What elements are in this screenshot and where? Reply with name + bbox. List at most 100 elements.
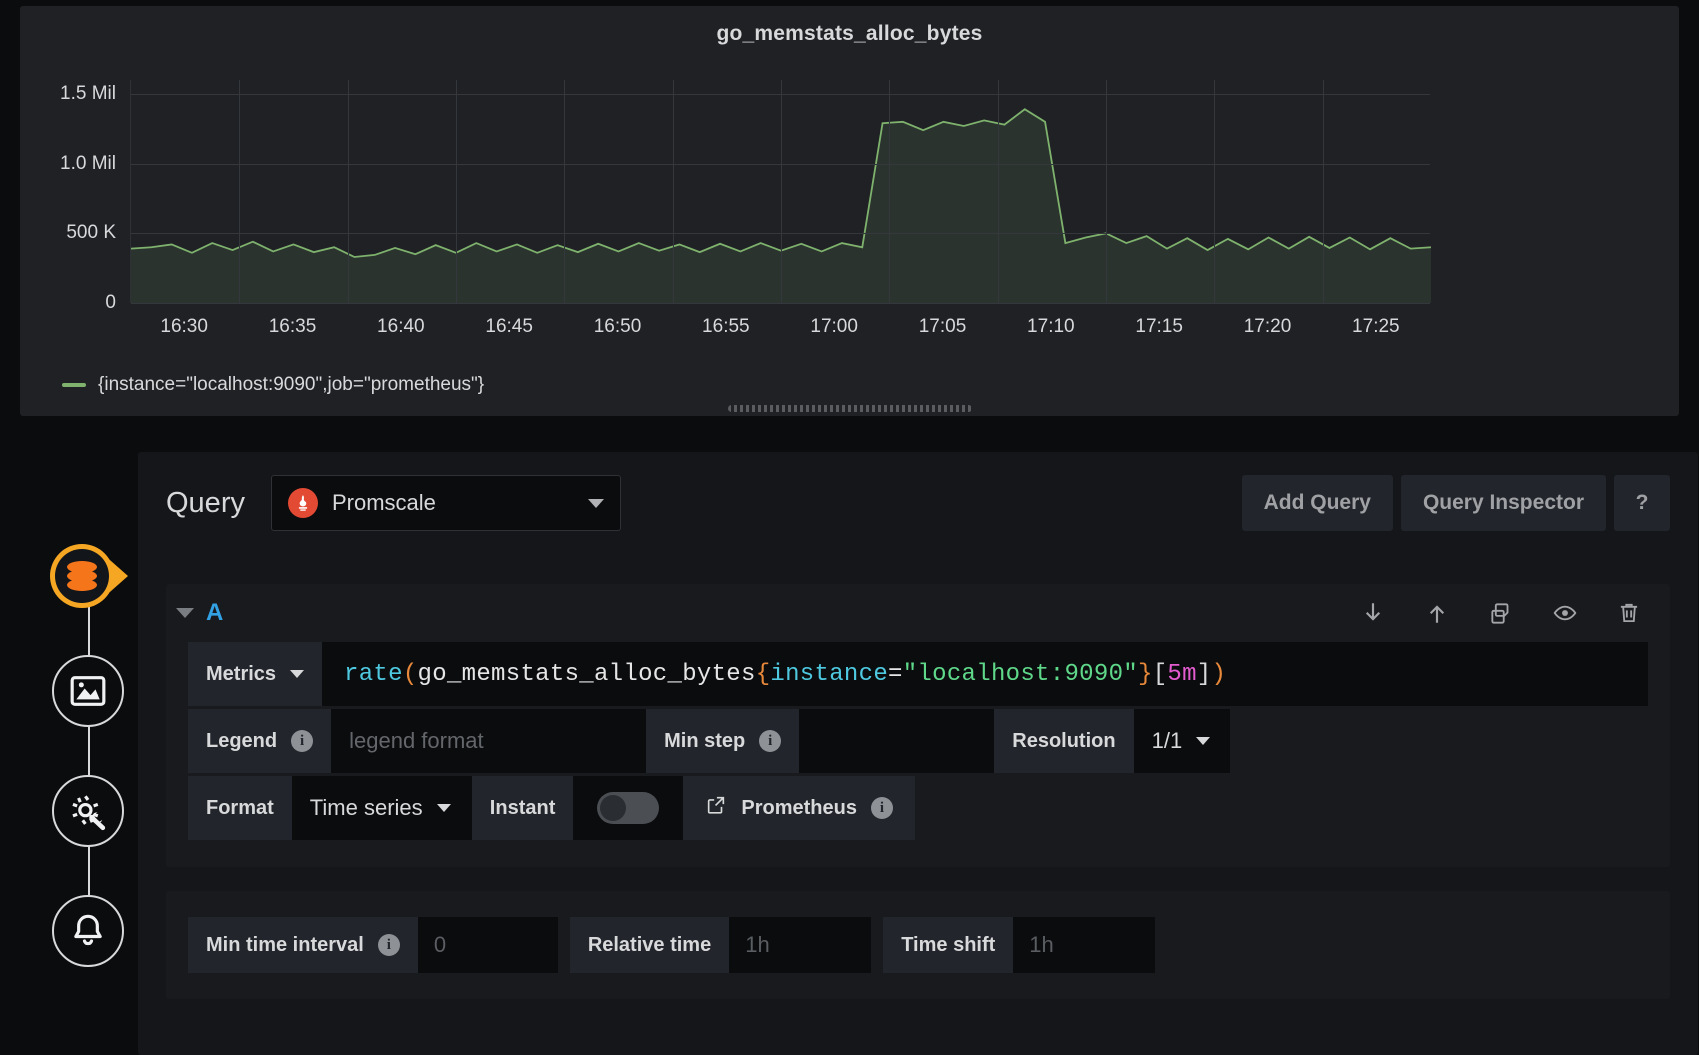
prometheus-link-label: Prometheus: [741, 796, 857, 819]
min-step-field-label: Min step i: [646, 709, 800, 773]
expr-token: (: [402, 660, 418, 688]
chevron-down-icon: [436, 804, 451, 812]
legend-series-label: {instance="localhost:9090",job="promethe…: [98, 374, 485, 395]
collapse-query-icon[interactable]: [176, 608, 194, 618]
prometheus-external-link[interactable]: Prometheus i: [683, 776, 915, 840]
format-dropdown[interactable]: Time series: [291, 776, 472, 840]
query-inspector-button[interactable]: Query Inspector: [1400, 475, 1606, 531]
min-time-interval-label-text: Min time interval: [206, 933, 364, 956]
gridline: [997, 80, 999, 303]
add-query-button[interactable]: Add Query: [1241, 475, 1393, 531]
query-editor: Query Promscale Add Query Query Inspecto…: [138, 452, 1698, 1055]
expr-token: rate: [344, 660, 403, 688]
metrics-dropdown[interactable]: Metrics: [188, 642, 323, 706]
resolution-field-label: Resolution: [994, 709, 1134, 773]
dashboard-icon: [70, 676, 106, 706]
chevron-down-icon: [290, 670, 305, 678]
sidebar-item-promscale[interactable]: [44, 535, 132, 617]
legend-field-label: Legend i: [188, 709, 332, 773]
gridline: [1322, 80, 1324, 303]
time-shift-label: Time shift: [883, 917, 1014, 973]
query-expression-input[interactable]: rate(go_memstats_alloc_bytes{instance = "l…: [322, 642, 1648, 706]
expr-token: ]: [1196, 660, 1212, 688]
gridline: [456, 80, 457, 303]
resolution-dropdown[interactable]: 1/1: [1133, 709, 1230, 773]
min-time-interval-label: Min time interval i: [188, 917, 418, 973]
y-tick-label: 0: [105, 292, 116, 313]
left-nav-rail: [22, 535, 128, 985]
format-field-label: Format: [188, 776, 292, 840]
min-time-interval-input[interactable]: [417, 917, 558, 973]
x-tick-label: 16:55: [702, 316, 750, 337]
expr-token: ): [1211, 660, 1227, 688]
query-row-a: A Metrics rate (go_memstats_alloc_bytes…: [166, 584, 1670, 867]
x-tick-label: 17:05: [918, 316, 967, 337]
gridline: [131, 303, 1430, 304]
duplicate-query-icon[interactable]: [1488, 600, 1514, 626]
expr-token: [: [1152, 660, 1168, 688]
toggle-query-visibility-icon[interactable]: [1552, 600, 1578, 626]
toggle-knob: [600, 795, 627, 821]
relative-time-group: Relative time: [569, 917, 872, 973]
info-icon[interactable]: i: [291, 730, 314, 752]
x-tick-label: 17:25: [1352, 316, 1400, 337]
x-axis-tick-labels: 16:30 16:35 16:40 16:45 16:50 16:55 17:00 17:05…: [130, 316, 1430, 346]
legend-format-input[interactable]: [331, 709, 647, 773]
format-line: Format Time series Instant Prometheus i: [188, 776, 1648, 840]
move-query-up-icon[interactable]: [1424, 600, 1450, 626]
sidebar-item-configuration[interactable]: [52, 775, 124, 847]
resolution-label-text: Resolution: [1012, 729, 1116, 752]
min-step-label-text: Min step: [664, 729, 746, 752]
time-shift-group: Time shift: [883, 917, 1156, 973]
y-tick-label: 1.5 Mil: [60, 82, 116, 104]
expr-token: "localhost:9090": [902, 660, 1138, 688]
query-help-button[interactable]: ?: [1614, 475, 1670, 531]
remove-query-icon[interactable]: [1616, 600, 1642, 626]
graph-panel: go_memstats_alloc_bytes 1.5 Mil 1.0 Mil 50…: [20, 6, 1679, 416]
query-ref-id: A: [206, 599, 224, 626]
y-tick-label: 1.0 Mil: [60, 152, 116, 174]
relative-time-label-text: Relative time: [587, 933, 712, 956]
expr-token: instance: [770, 660, 889, 688]
x-tick-label: 17:10: [1027, 316, 1075, 337]
prometheus-flame-icon: [287, 488, 318, 518]
x-tick-label: 16:30: [160, 316, 208, 337]
gridline: [672, 80, 674, 303]
min-step-input[interactable]: [799, 709, 995, 773]
gridline: [564, 80, 566, 303]
legend-label-text: Legend: [206, 729, 278, 752]
page-title: go_memstats_alloc_bytes: [716, 22, 983, 45]
datasource-picker[interactable]: Promscale: [270, 475, 621, 531]
resolution-value: 1/1: [1151, 728, 1183, 753]
query-fields: Metrics rate(go_memstats_alloc_bytes{ins…: [166, 642, 1670, 867]
sidebar-item-dashboards[interactable]: [52, 655, 124, 727]
expr-token: =: [888, 660, 903, 688]
info-icon[interactable]: i: [870, 797, 893, 819]
legend-color-swatch: [62, 383, 86, 387]
plot-area: [130, 80, 1430, 304]
sidebar-item-alerting[interactable]: [52, 895, 124, 967]
time-shift-input[interactable]: [1013, 917, 1156, 973]
configuration-icon: [72, 795, 106, 831]
expr-token: go_memstats_alloc_bytes: [417, 660, 756, 688]
x-tick-label: 17:20: [1243, 316, 1292, 337]
x-tick-label: 16:50: [593, 316, 642, 337]
gridline: [239, 80, 241, 303]
instant-toggle-cell: [573, 776, 684, 840]
info-icon[interactable]: i: [377, 934, 400, 956]
graph-legend[interactable]: {instance="localhost:9090",job="promethe…: [62, 374, 484, 396]
query-editor-header: Query Promscale Add Query Query Inspecto…: [138, 452, 1698, 554]
alerting-bell-icon: [74, 914, 102, 946]
grafana-explore-page: go_memstats_alloc_bytes 1.5 Mil 1.0 Mil 50…: [0, 0, 1699, 1055]
relative-time-input[interactable]: [729, 917, 872, 973]
expression-line: Metrics rate(go_memstats_alloc_bytes{ins…: [188, 642, 1648, 706]
panel-resize-handle[interactable]: [727, 405, 972, 412]
query-section-label: Query: [166, 486, 245, 519]
instant-toggle[interactable]: [597, 792, 660, 824]
move-query-down-icon[interactable]: [1360, 600, 1386, 626]
info-icon[interactable]: i: [759, 730, 782, 752]
query-options-line: Min time interval i Relative time Time s…: [188, 917, 1648, 973]
datasource-name: Promscale: [331, 490, 436, 515]
plot-wrapper: 1.5 Mil 1.0 Mil 500 K 0 16:30 16:35 16:40 16:4…: [20, 58, 1679, 337]
x-tick-label: 17:15: [1135, 316, 1183, 337]
